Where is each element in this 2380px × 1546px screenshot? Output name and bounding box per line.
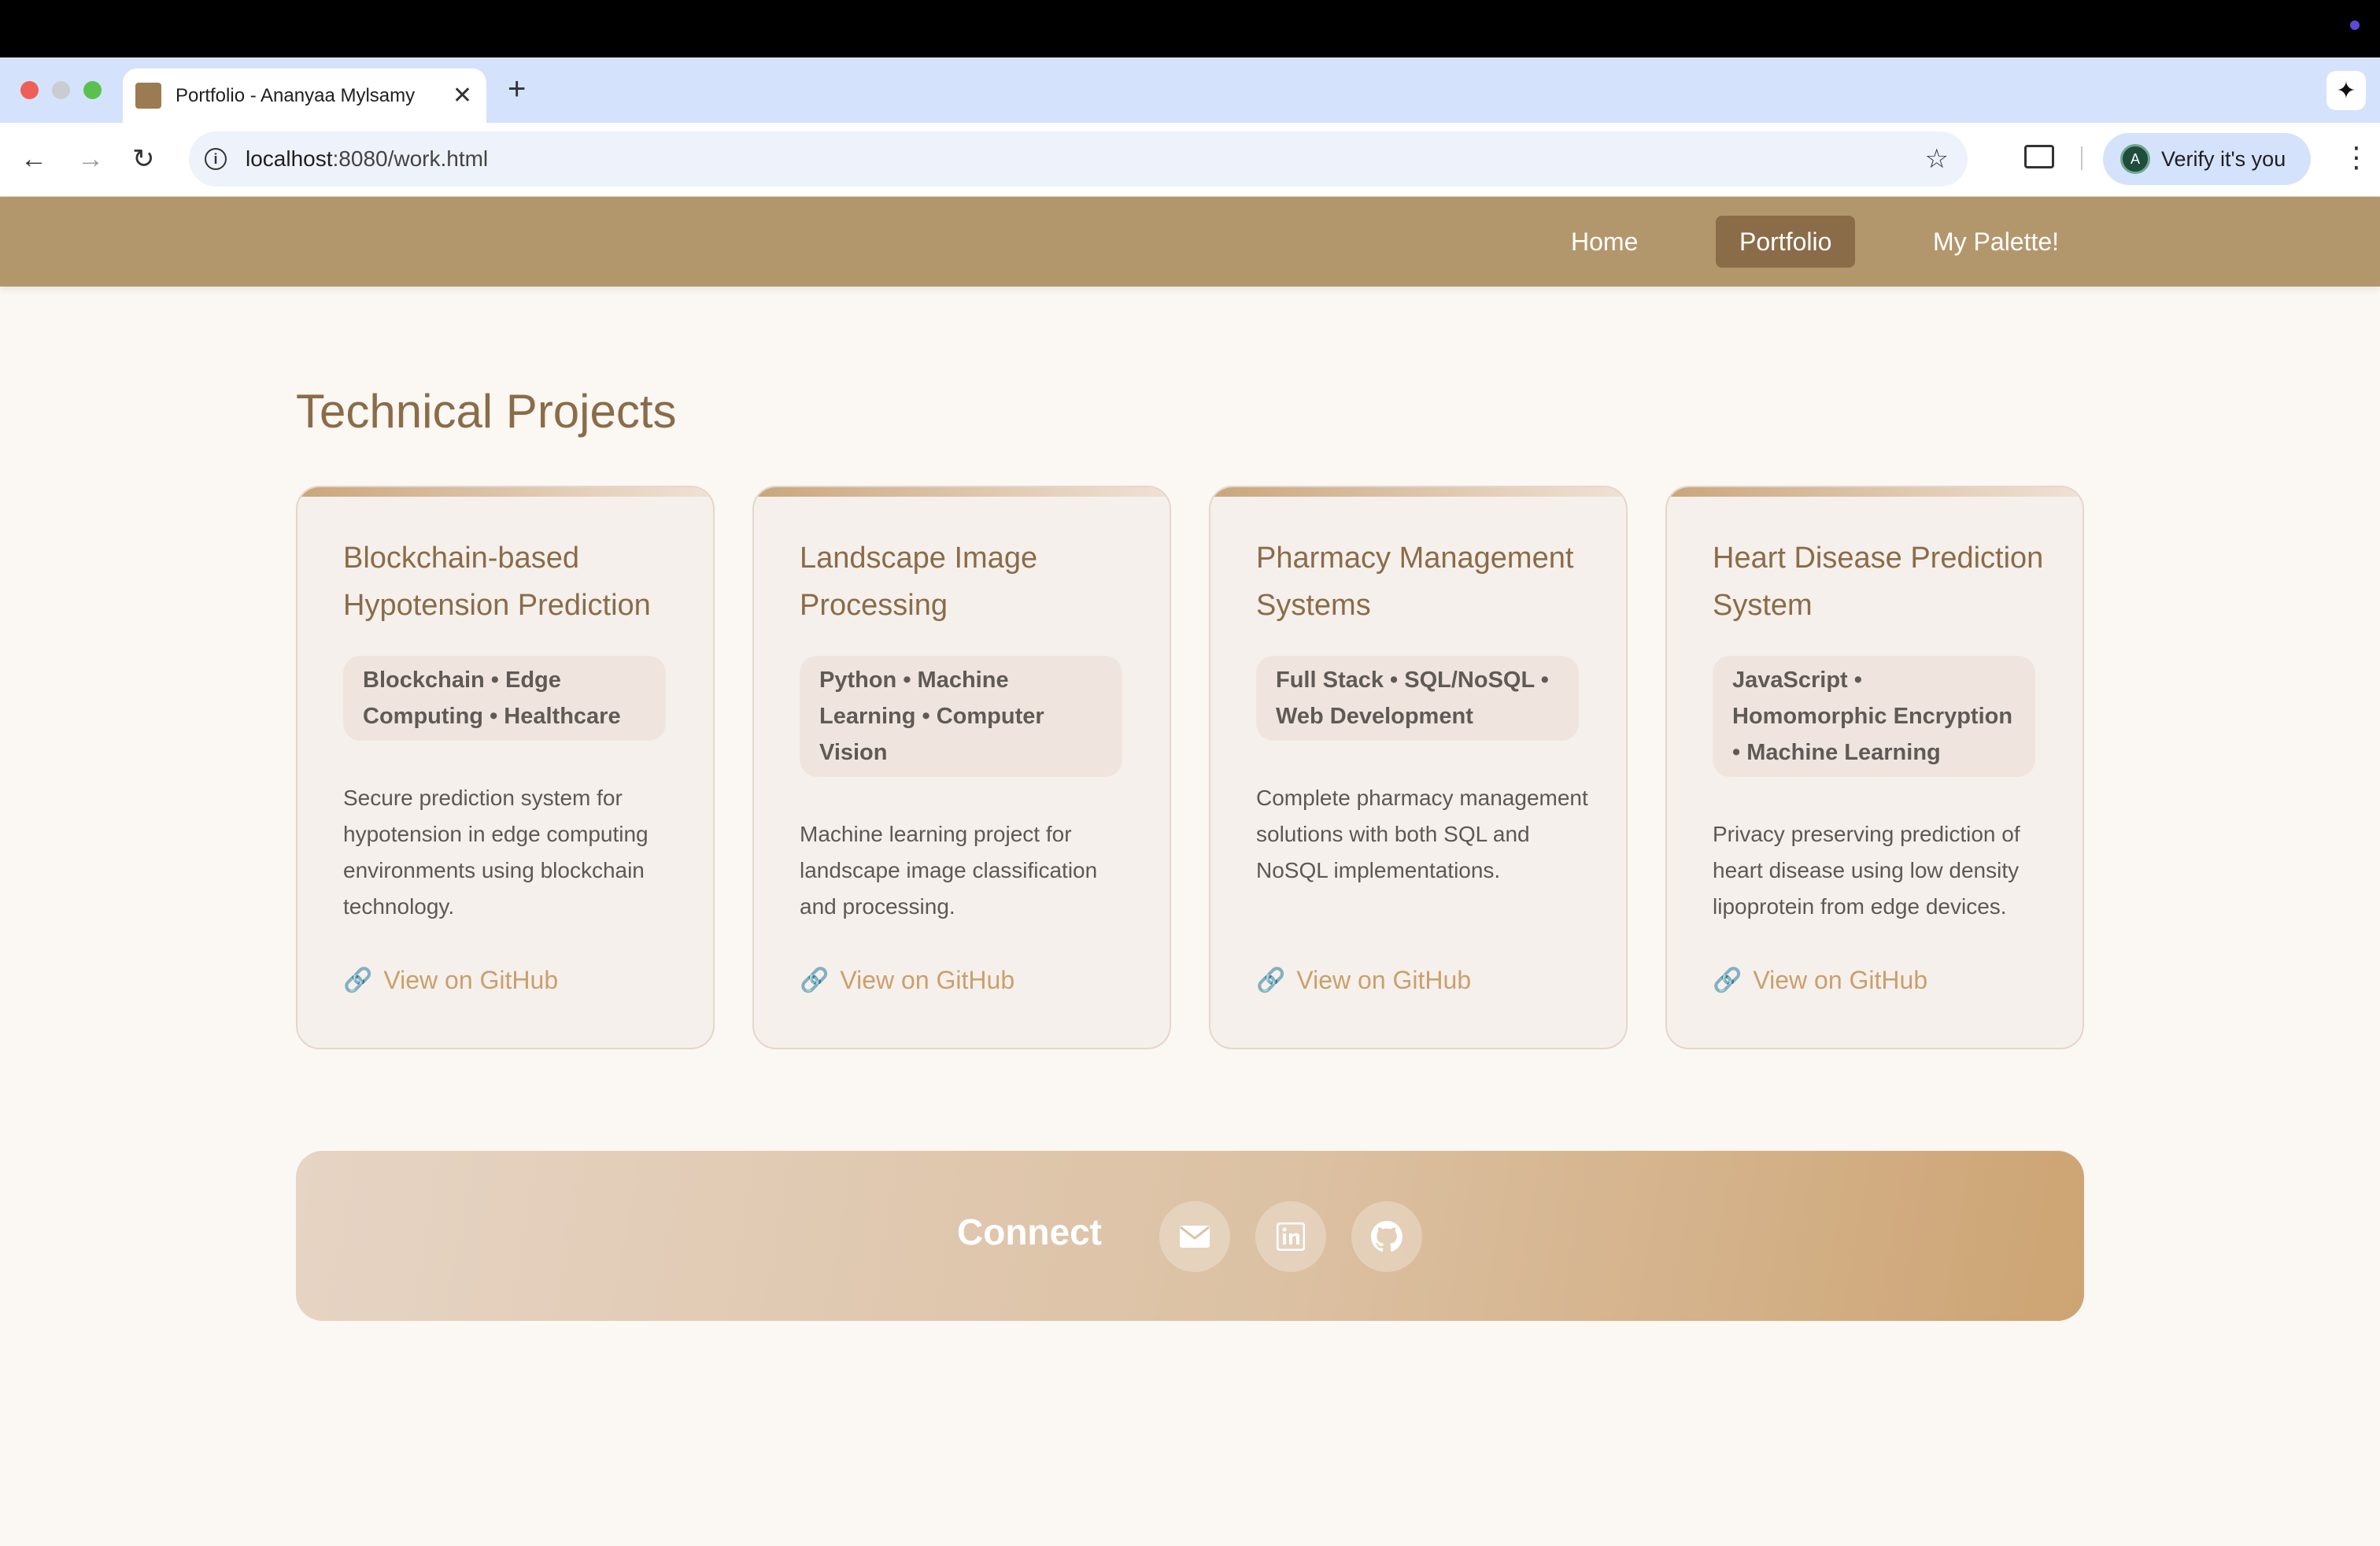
project-card: Heart Disease Prediction System JavaScri… <box>1665 486 2084 1049</box>
favicon-icon <box>135 83 161 109</box>
verify-profile-button[interactable]: A Verify it's you <box>2103 133 2311 185</box>
linkedin-button[interactable] <box>1255 1201 1326 1272</box>
link-icon: 🔗 <box>1713 967 1743 993</box>
github-link[interactable]: 🔗 View on GitHub <box>800 966 1014 995</box>
kebab-menu-icon[interactable]: ⋮ <box>2342 142 2371 173</box>
screen-search-icon[interactable] <box>2024 145 2054 168</box>
project-title: Landscape Image Processing <box>800 542 1038 622</box>
project-title: Pharmacy Management Systems <box>1256 542 1574 622</box>
tab-title: Portfolio - Ananyaa Mylsamy <box>176 84 416 106</box>
card-accent-bar <box>1210 487 1626 497</box>
site-info-icon[interactable]: i <box>205 148 227 170</box>
github-link-label: View on GitHub <box>1296 966 1472 994</box>
github-link-label: View on GitHub <box>1753 966 1928 994</box>
close-window-button[interactable] <box>20 81 39 99</box>
card-accent-bar <box>298 487 713 497</box>
mail-icon <box>1180 1226 1210 1248</box>
menu-bar <box>0 0 2380 57</box>
maximize-window-button[interactable] <box>83 81 102 99</box>
card-accent-bar <box>754 487 1170 497</box>
forward-arrow-icon[interactable]: → <box>77 143 104 175</box>
linkedin-icon <box>1277 1222 1305 1251</box>
link-icon: 🔗 <box>800 967 830 993</box>
project-tags: JavaScript • Homomorphic Encryption • Ma… <box>1713 656 2035 777</box>
tab-close-icon[interactable]: ✕ <box>453 82 472 109</box>
project-card: Landscape Image Processing Python • Mach… <box>752 486 1171 1049</box>
card-accent-bar <box>1667 487 2082 497</box>
github-link-label: View on GitHub <box>383 966 559 994</box>
page-title: Technical Projects <box>296 385 677 438</box>
url-path: :8080/work.html <box>332 146 489 171</box>
project-description: Secure prediction system for hypotension… <box>343 786 649 919</box>
project-title: Heart Disease Prediction System <box>1713 542 2044 622</box>
connect-section: Connect <box>296 1151 2084 1321</box>
avatar: A <box>2120 144 2150 174</box>
new-tab-button[interactable]: + <box>508 72 526 105</box>
project-tags: Blockchain • Edge Computing • Healthcare <box>343 656 666 741</box>
connect-heading: Connect <box>957 1211 1102 1252</box>
project-description: Privacy preserving prediction of heart d… <box>1713 822 2020 919</box>
toolbar-divider <box>2081 146 2082 170</box>
bookmark-star-icon[interactable]: ☆ <box>1925 143 1949 175</box>
email-button[interactable] <box>1159 1201 1230 1272</box>
github-link[interactable]: 🔗 View on GitHub <box>1713 966 1927 995</box>
link-icon: 🔗 <box>343 967 373 993</box>
project-card: Blockchain-based Hypotension Prediction … <box>296 486 715 1049</box>
minimize-window-button[interactable] <box>52 81 70 99</box>
status-dot-icon <box>2350 20 2360 30</box>
back-arrow-icon[interactable]: ← <box>20 143 47 175</box>
github-link-label: View on GitHub <box>840 966 1015 994</box>
reload-icon[interactable]: ↻ <box>132 143 155 175</box>
github-link[interactable]: 🔗 View on GitHub <box>343 966 558 995</box>
project-description: Machine learning project for landscape i… <box>800 822 1098 919</box>
project-tags: Python • Machine Learning • Computer Vis… <box>800 656 1122 777</box>
verify-label: Verify it's you <box>2161 146 2286 171</box>
project-card: Pharmacy Management Systems Full Stack •… <box>1209 486 1628 1049</box>
url-host: localhost <box>246 146 333 171</box>
project-tags: Full Stack • SQL/NoSQL • Web Development <box>1256 656 1579 741</box>
browser-tab-active[interactable]: Portfolio - Ananyaa Mylsamy ✕ <box>123 68 486 123</box>
address-bar[interactable]: i localhost:8080/work.html ☆ <box>189 131 1968 187</box>
nav-link-home[interactable]: Home <box>1547 216 1661 268</box>
project-description: Complete pharmacy management solutions w… <box>1256 786 1588 882</box>
nav-link-my-palette[interactable]: My Palette! <box>1909 216 2082 268</box>
github-icon <box>1371 1221 1402 1252</box>
link-icon: 🔗 <box>1256 967 1286 993</box>
nav-link-portfolio[interactable]: Portfolio <box>1716 216 1856 268</box>
sparkle-icon[interactable]: ✦ <box>2326 71 2366 110</box>
github-button[interactable] <box>1351 1201 1422 1272</box>
project-title: Blockchain-based Hypotension Prediction <box>343 542 651 622</box>
site-navbar: Home Portfolio My Palette! <box>0 197 2380 287</box>
url-text[interactable]: localhost:8080/work.html <box>246 146 488 172</box>
github-link[interactable]: 🔗 View on GitHub <box>1256 966 1471 995</box>
